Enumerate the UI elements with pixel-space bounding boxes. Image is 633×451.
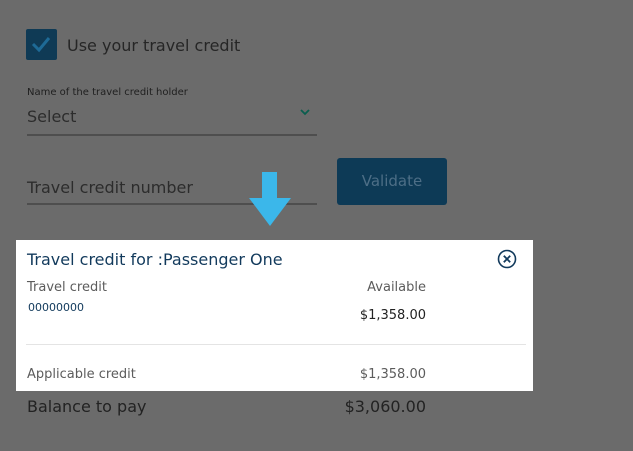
travel-credit-checkbox[interactable]	[26, 29, 57, 60]
applicable-credit-label: Applicable credit	[27, 367, 136, 382]
holder-select-value[interactable]: Select	[27, 107, 76, 126]
card-divider	[26, 344, 526, 345]
checkmark-icon	[31, 37, 51, 53]
available-label: Available	[367, 280, 426, 295]
card-title: Travel credit for :Passenger One	[27, 250, 283, 269]
available-amount: $1,358.00	[359, 308, 426, 323]
applicable-credit-amount: $1,358.00	[359, 367, 426, 382]
credit-code: 00000000	[28, 301, 84, 314]
down-arrow-icon	[249, 172, 291, 226]
close-circle-icon[interactable]	[496, 248, 518, 270]
holder-field-label: Name of the travel credit holder	[27, 87, 188, 98]
travel-credit-label: Travel credit	[27, 280, 107, 295]
chevron-down-icon[interactable]	[299, 107, 311, 117]
validate-button[interactable]: Validate	[337, 158, 447, 205]
travel-credit-checkbox-label[interactable]: Use your travel credit	[67, 36, 240, 55]
travel-credit-number-placeholder[interactable]: Travel credit number	[27, 178, 193, 197]
travel-credit-card: Travel credit for :Passenger One Travel …	[16, 240, 533, 391]
balance-amount: $3,060.00	[344, 397, 426, 416]
holder-select-underline	[27, 134, 317, 136]
balance-label: Balance to pay	[27, 397, 147, 416]
